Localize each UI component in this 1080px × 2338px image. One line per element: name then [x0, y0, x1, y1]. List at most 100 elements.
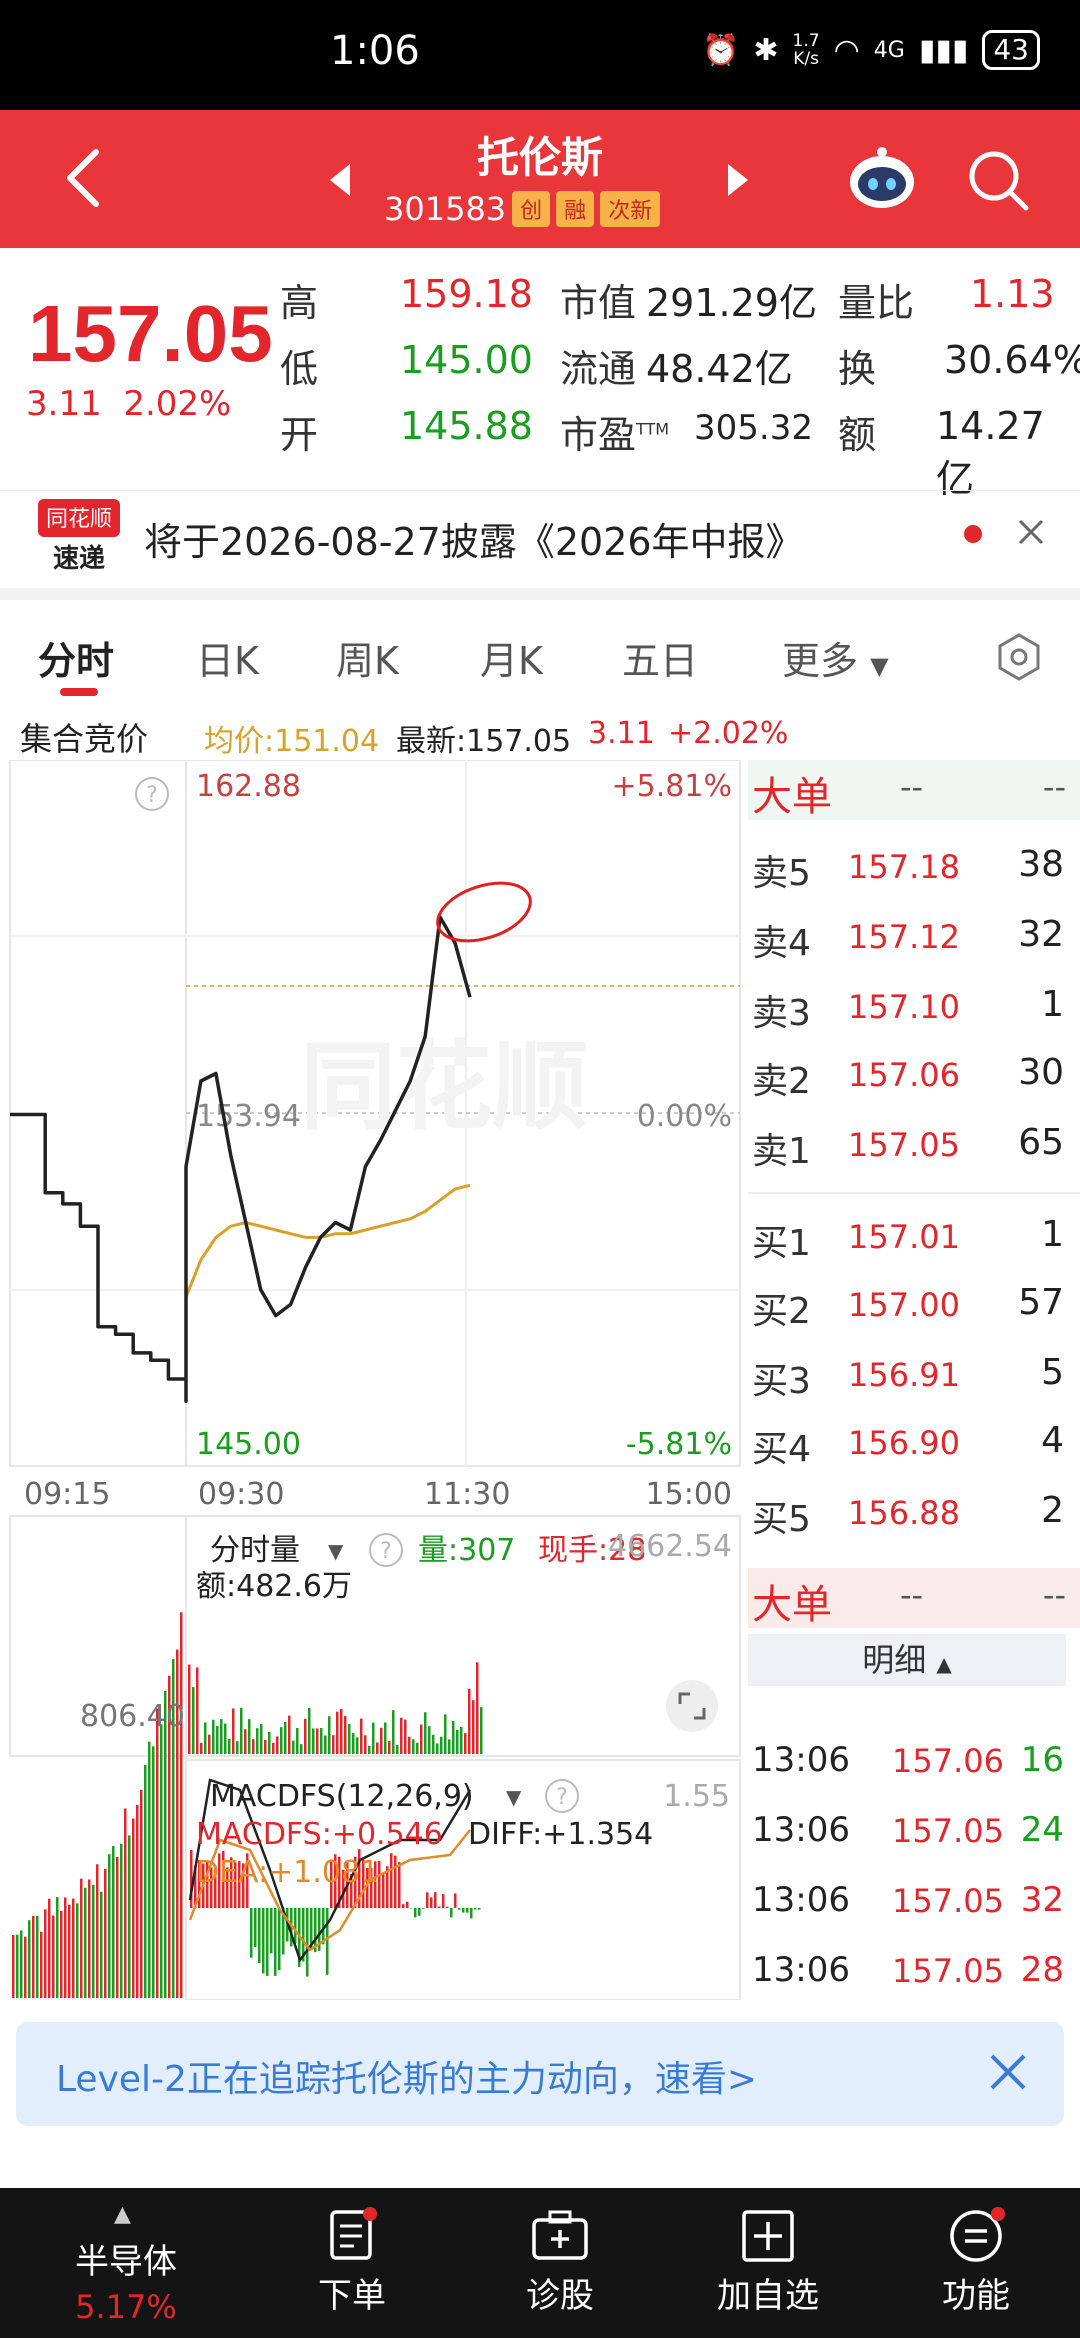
macd-ymax: 1.55: [663, 1779, 730, 1814]
volume-bar: [288, 1715, 291, 1754]
ask-row-3[interactable]: 卖3 157.10 1: [748, 976, 1080, 1040]
volume-bar: [440, 1736, 443, 1754]
status-time: 1:06: [330, 28, 420, 74]
volume-bar: [468, 1688, 471, 1754]
ask-row-4[interactable]: 卖4 157.12 32: [748, 906, 1080, 970]
volume-bar: [336, 1711, 339, 1754]
bid-row-2[interactable]: 买2 157.00 57: [748, 1274, 1080, 1338]
nav-order[interactable]: 下单: [252, 2188, 452, 2338]
svg-text:?: ?: [556, 1785, 568, 1810]
amount-value: 14.27亿: [936, 404, 1045, 501]
macd-bar: [306, 1908, 309, 1977]
robot-assistant-icon[interactable]: [846, 144, 918, 210]
auction-volume-bar: [88, 1879, 91, 1998]
tag-chuang: 创: [512, 191, 551, 227]
macd-bar: [250, 1908, 253, 1958]
y-bot-label: 145.00: [196, 1427, 301, 1462]
auction-volume-bar: [52, 1915, 55, 1998]
auction-volume-bar: [164, 1690, 167, 1998]
settings-hexagon-icon[interactable]: [994, 632, 1044, 682]
volume-bar: [264, 1739, 267, 1754]
big-order-header-top[interactable]: 大单 -- --: [748, 760, 1080, 820]
diagnose-kit-icon: [532, 2210, 588, 2260]
auction-volume-bar: [16, 1934, 19, 1998]
watermark: 同花顺: [300, 1031, 588, 1143]
volume-bar: [456, 1729, 459, 1754]
tick-row: 13:06 157.06 16: [752, 1740, 1064, 1780]
nav-sector[interactable]: ▲ 半导体 5.17%: [26, 2188, 226, 2338]
nav-add-watchlist[interactable]: 加自选: [668, 2188, 868, 2338]
market-cap-value: 291.29亿: [646, 281, 817, 325]
bottom-nav: ▲ 半导体 5.17% 下单 诊股 加自选 功能: [0, 2188, 1080, 2338]
volume-bar: [328, 1716, 331, 1754]
quote-panel: 157.05 3.11 2.02% 高 159.18 低 145.00 开 14…: [0, 248, 1080, 501]
close-icon[interactable]: [1016, 517, 1046, 547]
y-top-label: 162.88: [196, 769, 301, 804]
big-order-header-bottom[interactable]: 大单 -- --: [748, 1568, 1080, 1628]
macd-bar: [438, 1906, 441, 1908]
auction-volume-bar: [92, 1884, 95, 1998]
volume-bar: [292, 1740, 295, 1754]
volume-bar: [256, 1728, 259, 1754]
ask-row-5[interactable]: 卖5 157.18 38: [748, 836, 1080, 900]
triangle-up-icon: ▲: [114, 2202, 131, 2227]
turnover-label: 换: [838, 347, 877, 391]
ask-row-2[interactable]: 卖2 157.06 30: [748, 1044, 1080, 1108]
tab-weekly-k[interactable]: 周K: [336, 630, 399, 685]
search-icon[interactable]: [966, 148, 1030, 212]
macd-bar: [258, 1908, 261, 1964]
macd-bar: [446, 1906, 449, 1908]
intraday-chart[interactable]: 同花顺 ? 162.88 153.94 145.00 +5.81% 0.00% …: [0, 759, 748, 2001]
nav-diagnose[interactable]: 诊股: [460, 2188, 660, 2338]
pct-bot-label: -5.81%: [626, 1427, 732, 1462]
auction-volume-bar: [108, 1854, 111, 1998]
detail-tab[interactable]: 明细 ▲: [748, 1634, 1066, 1686]
tab-intraday[interactable]: 分时: [38, 630, 114, 685]
macd-bar: [442, 1894, 445, 1908]
bid-row-3[interactable]: 买3 156.91 5: [748, 1344, 1080, 1408]
high-label: 高: [280, 281, 319, 325]
level2-banner-text: Level-2正在追踪托伦斯的主力动向，速看>: [56, 2059, 758, 2100]
volume-bar: [304, 1718, 307, 1754]
volume-bar: [216, 1726, 219, 1754]
volume-bar: [380, 1727, 383, 1754]
pct-top-label: +5.81%: [612, 769, 732, 804]
intraday-chart-svg: 同花顺 ? 162.88 153.94 145.00 +5.81% 0.00% …: [9, 759, 741, 2001]
tab-daily-k[interactable]: 日K: [196, 630, 259, 685]
nav-functions[interactable]: 功能: [876, 2188, 1076, 2338]
x-label-0930: 09:30: [198, 1477, 284, 1512]
tab-more[interactable]: 更多 ▼: [782, 630, 889, 685]
x-label-1500: 15:00: [646, 1477, 732, 1512]
tab-five-day[interactable]: 五日: [622, 630, 698, 685]
close-icon[interactable]: [980, 2044, 1036, 2100]
svg-text:?: ?: [380, 1539, 392, 1564]
intraday-info-row: 集合竞价 均价:151.04 最新:157.05 3.11 +2.02%: [0, 706, 1080, 760]
auction-volume-bar: [28, 1920, 31, 1998]
volume-ratio-value: 1.13: [970, 272, 1055, 316]
float-cap-value: 48.42亿: [646, 347, 793, 391]
auction-volume-bar: [128, 1835, 131, 1998]
bid-row-1[interactable]: 买1 157.01 1: [748, 1206, 1080, 1270]
avg-price-label: 均价:151.04: [204, 724, 380, 759]
macd-help-icon: ?: [545, 1779, 579, 1813]
tab-monthly-k[interactable]: 月K: [480, 630, 543, 685]
level2-banner[interactable]: Level-2正在追踪托伦斯的主力动向，速看>: [16, 2022, 1064, 2126]
bid-row-5[interactable]: 买5 156.88 2: [748, 1482, 1080, 1546]
pe-label: 市盈TTM: [560, 413, 670, 457]
announcement-bar[interactable]: 同花顺 速递 将于2026-08-27披露《2026年中报》: [0, 490, 1080, 580]
volume-bar: [324, 1735, 327, 1754]
macd-bar: [254, 1908, 257, 1948]
menu-circle-icon: [950, 2207, 1005, 2262]
auction-volume-bar: [72, 1898, 75, 1998]
macd-bar: [418, 1908, 421, 1916]
section-divider: [0, 588, 1080, 600]
next-stock-icon[interactable]: [728, 164, 748, 196]
info-change: 3.11: [588, 716, 655, 751]
volume-bar: [300, 1744, 303, 1754]
tick-row: 13:06 157.05 28: [752, 1950, 1064, 1990]
macd-value: MACDFS:+0.546: [196, 1817, 443, 1852]
volume-bar: [224, 1723, 227, 1754]
bid-row-4[interactable]: 买4 156.90 4: [748, 1412, 1080, 1476]
macd-bar: [382, 1874, 385, 1908]
ask-row-1[interactable]: 卖1 157.05 65: [748, 1114, 1080, 1178]
